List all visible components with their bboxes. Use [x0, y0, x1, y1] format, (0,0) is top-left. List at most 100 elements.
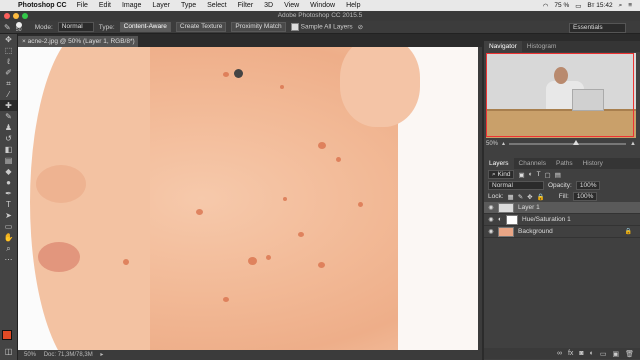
quick-mask-icon[interactable]: ◫: [0, 346, 17, 357]
vertical-scrollbar[interactable]: [478, 47, 482, 350]
lock-all-icon[interactable]: 🔒: [537, 193, 545, 201]
add-mask-icon[interactable]: ◙: [579, 350, 583, 357]
visibility-eye-icon[interactable]: ◉: [488, 204, 494, 211]
battery-icon[interactable]: ▭: [575, 2, 581, 10]
zoom-slider-knob[interactable]: [573, 139, 580, 145]
foreground-color-swatch[interactable]: [2, 330, 12, 340]
clock[interactable]: Вт 15:42: [587, 2, 612, 9]
close-window-button[interactable]: [4, 13, 10, 19]
navigator-view-box[interactable]: [486, 53, 634, 137]
tab-layers[interactable]: Layers: [484, 158, 514, 169]
proximity-match-button[interactable]: Proximity Match: [231, 22, 286, 32]
close-icon[interactable]: ×: [22, 38, 26, 45]
lock-paint-icon[interactable]: ✎: [518, 193, 523, 201]
link-layers-icon[interactable]: ∞: [557, 350, 562, 357]
menu-view[interactable]: View: [284, 2, 299, 9]
filter-shape-icon[interactable]: ▢: [545, 171, 551, 179]
menu-list-icon[interactable]: ≡: [628, 2, 632, 9]
layer-row-layer1[interactable]: ◉ Layer 1: [484, 202, 640, 214]
layer-name[interactable]: Layer 1: [518, 204, 540, 211]
pen-tool-icon[interactable]: ✒: [0, 188, 17, 199]
navigator-zoom-value[interactable]: 50%: [486, 141, 498, 147]
tab-histogram[interactable]: Histogram: [522, 41, 562, 52]
search-icon[interactable]: ⌕: [619, 2, 623, 10]
dodge-tool-icon[interactable]: ●: [0, 177, 17, 188]
menu-filter[interactable]: Filter: [238, 2, 254, 9]
gradient-tool-icon[interactable]: ▤: [0, 155, 17, 166]
visibility-eye-icon[interactable]: ◉: [488, 228, 494, 235]
menu-edit[interactable]: Edit: [99, 2, 111, 9]
sample-all-layers-checkbox[interactable]: Sample All Layers: [290, 23, 353, 31]
quick-select-tool-icon[interactable]: ✐: [0, 67, 17, 78]
mode-select[interactable]: Normal: [57, 22, 94, 32]
zoom-tool-icon[interactable]: ⌕: [0, 243, 17, 254]
layer-row-background[interactable]: ◉ Background 🔒: [484, 226, 640, 238]
menu-file[interactable]: File: [77, 2, 88, 9]
new-group-icon[interactable]: ▭: [600, 350, 607, 358]
path-select-tool-icon[interactable]: ➤: [0, 210, 17, 221]
menu-3d[interactable]: 3D: [264, 2, 273, 9]
content-aware-button[interactable]: Content-Aware: [119, 22, 171, 32]
app-menu[interactable]: Photoshop CC: [18, 2, 67, 9]
clone-stamp-tool-icon[interactable]: ♟: [0, 122, 17, 133]
filter-smart-icon[interactable]: ▤: [555, 171, 561, 179]
healing-brush-icon[interactable]: ✎: [4, 23, 11, 32]
fx-icon[interactable]: fx: [568, 350, 573, 357]
fill-input[interactable]: 100%: [572, 192, 598, 201]
workspace-select[interactable]: Essentials: [569, 23, 626, 33]
filter-type-icon[interactable]: T: [537, 171, 541, 178]
more-tools-icon[interactable]: ⋯: [0, 254, 17, 265]
wifi-icon[interactable]: ◠: [543, 2, 549, 10]
menu-layer[interactable]: Layer: [152, 2, 170, 9]
battery-percent[interactable]: 75 %: [554, 2, 569, 9]
menu-image[interactable]: Image: [122, 2, 141, 9]
tab-channels[interactable]: Channels: [514, 158, 551, 169]
doc-size[interactable]: Doc: 71,3M/78,3M: [44, 352, 93, 358]
pressure-icon[interactable]: ⊘: [358, 23, 363, 31]
spot-healing-tool-icon[interactable]: ✚: [0, 100, 17, 111]
status-arrow-icon[interactable]: ▸: [100, 352, 103, 358]
filter-kind-select[interactable]: ⌕ Kind: [488, 170, 515, 179]
eraser-tool-icon[interactable]: ◧: [0, 144, 17, 155]
lock-position-icon[interactable]: ✥: [527, 193, 532, 201]
tab-history[interactable]: History: [578, 158, 608, 169]
adjustment-layer-icon[interactable]: ◐: [590, 350, 594, 357]
blur-tool-icon[interactable]: ◆: [0, 166, 17, 177]
visibility-eye-icon[interactable]: ◉: [488, 216, 494, 223]
opacity-input[interactable]: 100%: [575, 181, 601, 190]
tab-paths[interactable]: Paths: [551, 158, 578, 169]
menu-help[interactable]: Help: [346, 2, 360, 9]
zoom-in-icon[interactable]: ▲: [630, 141, 636, 147]
menu-select[interactable]: Select: [207, 2, 226, 9]
type-tool-icon[interactable]: T: [0, 199, 17, 210]
zoom-out-icon[interactable]: ▴: [502, 140, 505, 147]
crop-tool-icon[interactable]: ⌗: [0, 78, 17, 89]
filter-pixel-icon[interactable]: ▣: [518, 171, 524, 179]
minimize-window-button[interactable]: [13, 13, 19, 19]
create-texture-button[interactable]: Create Texture: [175, 22, 227, 32]
new-layer-icon[interactable]: ▣: [612, 350, 619, 358]
hand-tool-icon[interactable]: ✋: [0, 232, 17, 243]
history-brush-tool-icon[interactable]: ↺: [0, 133, 17, 144]
lock-pixels-icon[interactable]: ▦: [508, 193, 514, 201]
blend-mode-select[interactable]: Normal: [488, 181, 544, 190]
layer-row-hue-saturation[interactable]: ◉ ◐ Hue/Saturation 1: [484, 214, 640, 226]
menu-type[interactable]: Type: [181, 2, 196, 9]
layer-name[interactable]: Background: [518, 228, 553, 235]
tab-navigator[interactable]: Navigator: [484, 41, 522, 52]
brush-preset-picker[interactable]: 50: [15, 21, 22, 33]
brush-tool-icon[interactable]: ✎: [0, 111, 17, 122]
zoom-slider[interactable]: [509, 139, 627, 145]
zoom-window-button[interactable]: [22, 13, 28, 19]
filter-adjust-icon[interactable]: ◐: [529, 171, 533, 178]
marquee-tool-icon[interactable]: ⬚: [0, 45, 17, 56]
eyedropper-tool-icon[interactable]: ⁄: [0, 89, 17, 100]
document-tab[interactable]: × acne-2.jpg @ 50% (Layer 1, RGB/8*) *: [18, 36, 138, 56]
lasso-tool-icon[interactable]: ℓ: [0, 56, 17, 67]
zoom-level[interactable]: 50%: [24, 352, 36, 358]
shape-tool-icon[interactable]: ▭: [0, 221, 17, 232]
move-tool-icon[interactable]: ✥: [0, 34, 17, 45]
layer-name[interactable]: Hue/Saturation 1: [522, 216, 571, 223]
menu-window[interactable]: Window: [310, 2, 335, 9]
image-canvas[interactable]: [18, 47, 478, 350]
